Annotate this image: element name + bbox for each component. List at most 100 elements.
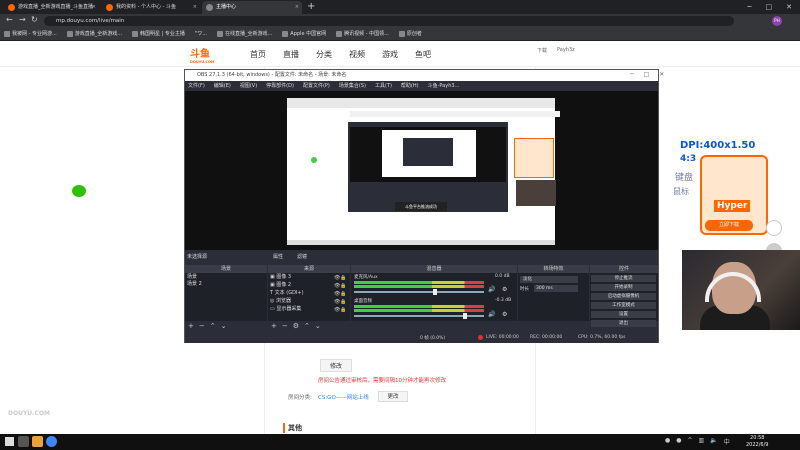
change-category-button[interactable]: 更改 bbox=[378, 391, 408, 402]
nav-live[interactable]: 直播 bbox=[283, 49, 299, 60]
move-up-icon[interactable]: ⌃ bbox=[304, 322, 310, 330]
volume-fader-knob[interactable] bbox=[432, 289, 437, 295]
address-bar[interactable]: mp.douyu.com/live/main bbox=[44, 16, 734, 26]
windows-start-icon[interactable] bbox=[5, 437, 14, 446]
gear-icon[interactable]: ⚙ bbox=[502, 311, 507, 318]
filters-button[interactable]: 滤镜 bbox=[297, 253, 307, 260]
source-item[interactable]: T 文本 (GDI+) bbox=[270, 290, 304, 297]
edit-notice-button[interactable]: 修改 bbox=[320, 359, 352, 372]
properties-button[interactable]: 属性 bbox=[273, 253, 283, 260]
start-virtual-camera-button[interactable]: 启动虚拟摄像机 bbox=[591, 293, 656, 300]
bookmark-item[interactable]: 原创者 bbox=[398, 28, 422, 40]
speaker-icon[interactable]: 🔊 bbox=[488, 286, 495, 293]
obs-menu-douyu[interactable]: 斗鱼-Payh3... bbox=[428, 81, 460, 91]
bookmark-item[interactable]: 游戏直播_全新游戏... bbox=[66, 28, 122, 40]
gear-icon[interactable]: ⚙ bbox=[293, 322, 299, 330]
maximize-icon[interactable]: □ bbox=[644, 71, 650, 78]
volume-fader-knob[interactable] bbox=[462, 313, 467, 319]
eye-icon[interactable]: 👁🔒 bbox=[334, 298, 347, 306]
nav-fishbar[interactable]: 鱼吧 bbox=[415, 49, 431, 60]
source-item[interactable]: ▣ 图像 2 bbox=[270, 282, 291, 289]
stop-streaming-button[interactable]: 停止推流 bbox=[591, 275, 656, 282]
scene-item[interactable]: 场景 bbox=[187, 274, 197, 281]
douyu-logo[interactable]: 斗鱼 DOUYU.COM bbox=[190, 45, 228, 64]
browser-tab-2[interactable]: 主播中心 × bbox=[202, 1, 302, 14]
speaker-icon[interactable]: 🔊 bbox=[488, 311, 495, 318]
eye-icon[interactable]: 👁🔒 bbox=[334, 290, 347, 298]
obs-menu-view[interactable]: 视图(V) bbox=[240, 81, 257, 91]
nav-game[interactable]: 游戏 bbox=[382, 49, 398, 60]
ime-icon[interactable]: 中 bbox=[724, 437, 730, 446]
volume-fader[interactable] bbox=[354, 291, 484, 293]
rec-timer: REC: 00:00:00 bbox=[530, 335, 563, 340]
obs-menu-file[interactable]: 文件(F) bbox=[188, 81, 205, 91]
transition-select[interactable]: 淡化 bbox=[520, 276, 578, 283]
username[interactable]: Payh3z bbox=[557, 47, 575, 54]
eye-icon[interactable]: 👁🔒 bbox=[334, 274, 347, 282]
add-icon[interactable]: + bbox=[271, 322, 277, 330]
nav-category[interactable]: 分类 bbox=[316, 49, 332, 60]
ad-download-button[interactable]: 立即下载 bbox=[705, 220, 753, 231]
settings-button[interactable]: 设置 bbox=[591, 311, 656, 318]
remove-icon[interactable]: − bbox=[282, 322, 288, 330]
bookmark-item[interactable]: 我被网 - 专业网游... bbox=[4, 28, 57, 40]
close-tab-icon[interactable]: × bbox=[295, 1, 299, 14]
source-item[interactable]: ▭ 显示器采集 bbox=[270, 306, 301, 313]
obs-menu-docks[interactable]: 停靠部件(D) bbox=[266, 81, 294, 91]
obs-menu-edit[interactable]: 编辑(E) bbox=[214, 81, 231, 91]
close-window-icon[interactable]: ✕ bbox=[786, 0, 792, 14]
file-explorer-icon[interactable] bbox=[32, 436, 43, 447]
new-tab-button[interactable]: + bbox=[307, 1, 315, 12]
close-tab-icon[interactable]: × bbox=[193, 1, 197, 14]
remove-icon[interactable]: − bbox=[199, 322, 205, 330]
move-up-icon[interactable]: ⌃ bbox=[210, 322, 216, 330]
move-down-icon[interactable]: ⌄ bbox=[221, 322, 227, 330]
start-recording-button[interactable]: 开始录制 bbox=[591, 284, 656, 291]
nav-video[interactable]: 视频 bbox=[349, 49, 365, 60]
reload-icon[interactable]: ↻ bbox=[31, 15, 38, 24]
obs-menu-scene-collection[interactable]: 场景集合(S) bbox=[339, 81, 366, 91]
duration-input[interactable]: 300 ms bbox=[534, 285, 578, 292]
search-icon[interactable] bbox=[18, 436, 29, 447]
play-icon[interactable] bbox=[766, 220, 782, 236]
obs-menu-profile[interactable]: 配置文件(P) bbox=[303, 81, 330, 91]
chrome-icon[interactable] bbox=[46, 436, 57, 447]
tray-app-icon[interactable]: ● bbox=[665, 437, 670, 446]
back-icon[interactable]: ← bbox=[6, 15, 13, 24]
obs-menu-tools[interactable]: 工具(T) bbox=[375, 81, 392, 91]
browser-tab-0[interactable]: 游戏直播_全新游戏直播_斗鱼直播 × bbox=[4, 1, 99, 14]
taskbar-clock[interactable]: 20:58 2022/6/9 bbox=[746, 435, 768, 449]
nav-home[interactable]: 首页 bbox=[250, 49, 266, 60]
bookmark-item[interactable]: 在线直播_全新游戏... bbox=[217, 28, 272, 40]
profile-avatar[interactable]: PH bbox=[772, 16, 782, 26]
move-down-icon[interactable]: ⌄ bbox=[315, 322, 321, 330]
gear-icon[interactable]: ⚙ bbox=[502, 286, 507, 293]
network-icon[interactable]: ▥ bbox=[699, 437, 705, 446]
chevron-up-icon[interactable]: ^ bbox=[688, 437, 693, 446]
obs-menu-help[interactable]: 帮助(H) bbox=[401, 81, 419, 91]
tray-app-icon[interactable]: ● bbox=[676, 437, 681, 446]
browser-tab-1[interactable]: 我的资料 - 个人中心 - 斗鱼 × bbox=[102, 1, 200, 14]
minimize-icon[interactable]: ─ bbox=[747, 0, 751, 14]
add-icon[interactable]: + bbox=[188, 322, 194, 330]
eye-icon[interactable]: 👁🔒 bbox=[334, 306, 347, 314]
category-link[interactable]: CS:GO——网站上线 bbox=[318, 393, 369, 401]
volume-icon[interactable]: 🔈 bbox=[710, 437, 717, 446]
bookmark-item[interactable]: 韩国明星 | 专业主播 bbox=[132, 28, 185, 40]
maximize-icon[interactable]: □ bbox=[766, 0, 773, 14]
forward-icon[interactable]: → bbox=[19, 15, 26, 24]
eye-icon[interactable]: 👁🔒 bbox=[334, 282, 347, 290]
scene-item[interactable]: 场景 2 bbox=[187, 281, 202, 288]
bookmark-item[interactable]: Apple 中国官网 bbox=[282, 28, 326, 40]
wechat-icon[interactable] bbox=[72, 185, 86, 197]
source-item[interactable]: ▣ 图像 3 bbox=[270, 274, 291, 281]
minimize-icon[interactable]: ─ bbox=[630, 71, 634, 78]
close-window-icon[interactable]: ✕ bbox=[659, 71, 664, 78]
exit-button[interactable]: 退出 bbox=[591, 320, 656, 327]
download-link[interactable]: 下载 bbox=[537, 47, 547, 54]
source-item[interactable]: ◎ 浏览器 bbox=[270, 298, 291, 305]
close-tab-icon[interactable]: × bbox=[92, 1, 96, 14]
studio-mode-button[interactable]: 工作室模式 bbox=[591, 302, 656, 309]
bookmark-item[interactable]: 腾讯视频 - 中国领... bbox=[336, 28, 389, 40]
bookmark-item[interactable]: "ワ... bbox=[195, 28, 207, 40]
